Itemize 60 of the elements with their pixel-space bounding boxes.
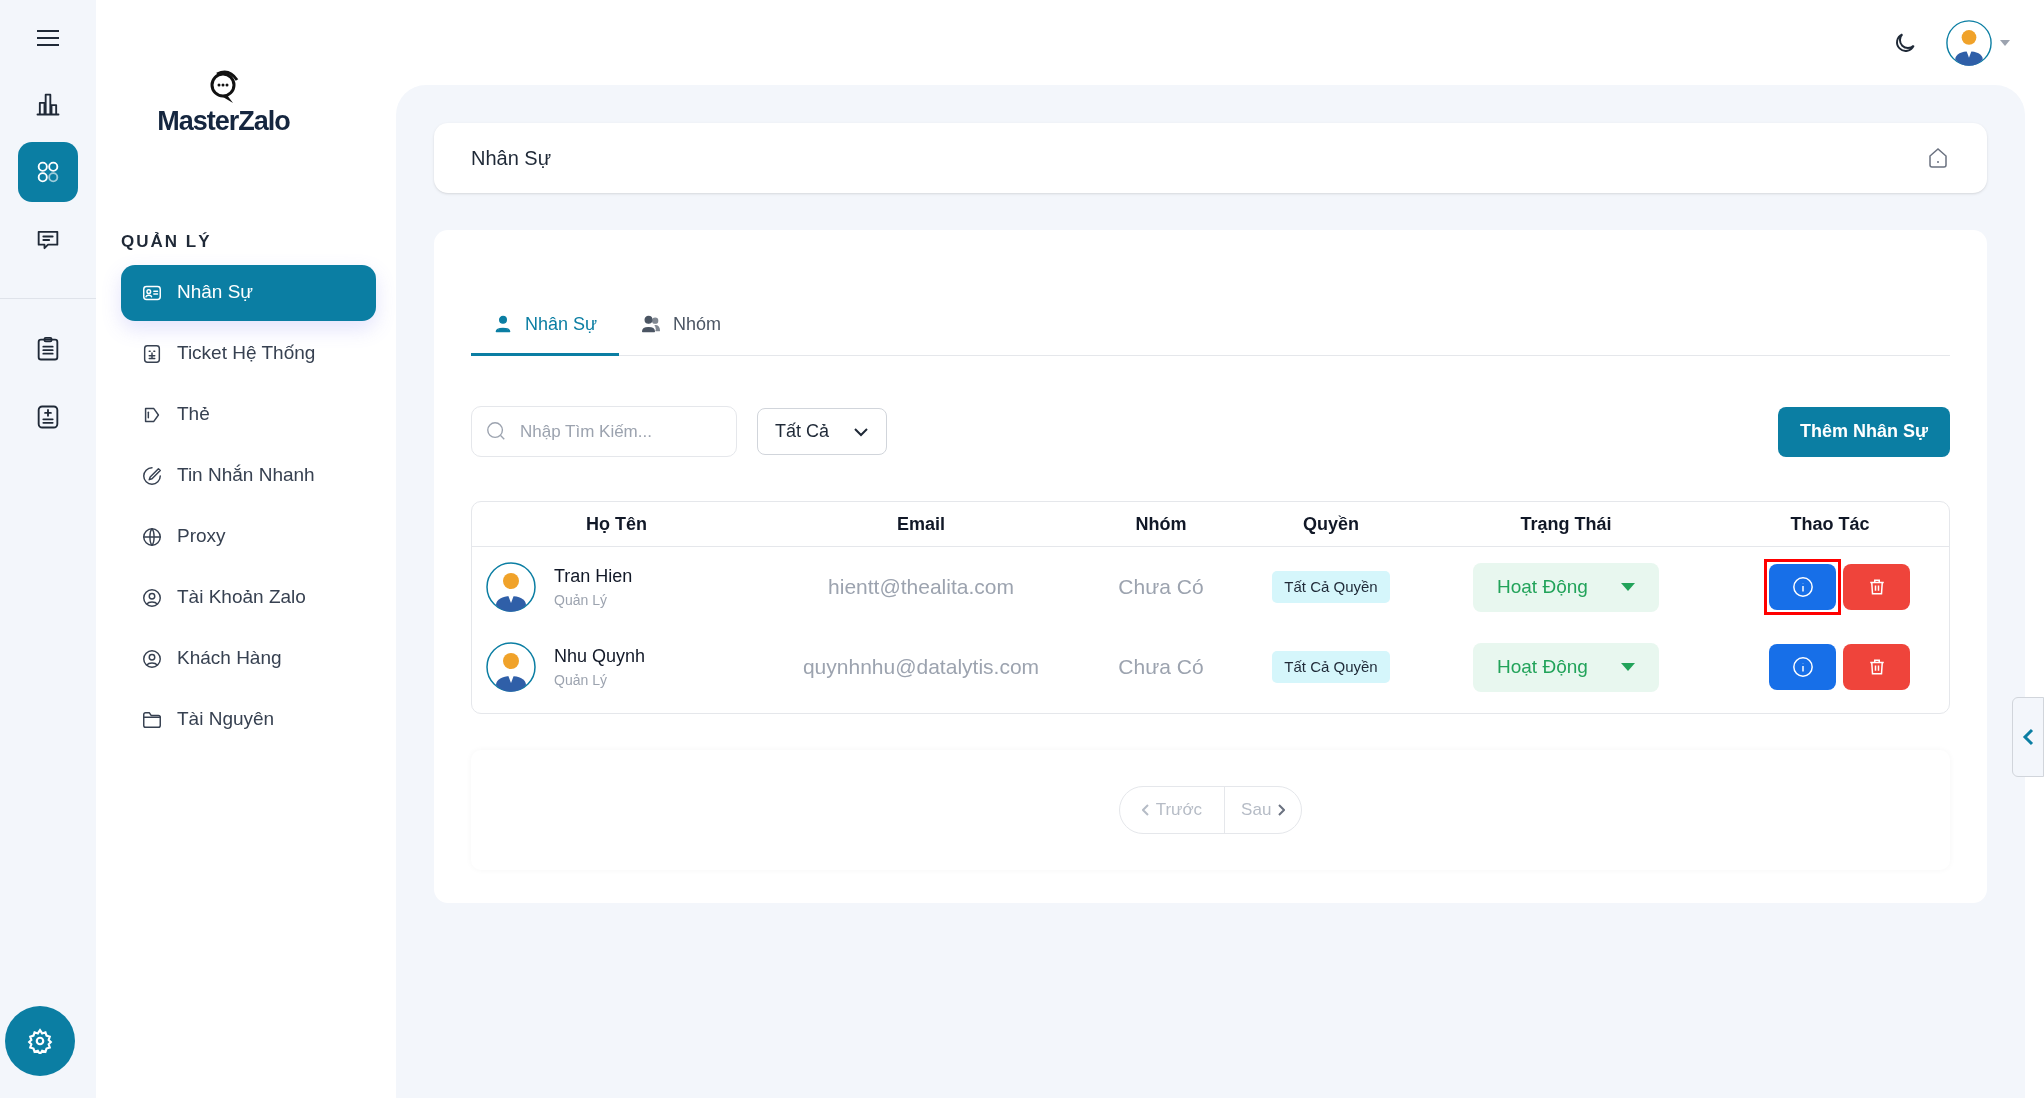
sidebar-item[interactable]: Khách Hàng xyxy=(121,630,376,687)
chevron-right-icon xyxy=(1277,804,1286,816)
permission-badge: Tất Cả Quyền xyxy=(1272,650,1390,684)
user-circle-icon xyxy=(141,586,163,609)
home-icon[interactable] xyxy=(1926,146,1950,170)
user-avatar-icon[interactable] xyxy=(1946,19,1992,66)
info-icon xyxy=(1791,656,1814,678)
sidebar-item[interactable]: Nhân Sự xyxy=(121,264,376,321)
chevron-left-icon xyxy=(2022,728,2034,746)
column-header: Thao Tác xyxy=(1789,512,1871,536)
delete-button[interactable] xyxy=(1843,564,1910,610)
column-header: Nhóm xyxy=(1134,512,1188,536)
sidebar-item[interactable]: Ticket Hệ Thống xyxy=(121,325,376,382)
sidebar-item[interactable]: Proxy xyxy=(121,508,376,565)
trash-icon xyxy=(1867,657,1886,677)
search-icon xyxy=(485,420,507,442)
info-button[interactable] xyxy=(1769,644,1836,690)
group-text: Chưa Có xyxy=(1117,574,1205,601)
menu-icon-glyph xyxy=(37,30,59,46)
tab[interactable]: Nhân Sự xyxy=(471,295,620,356)
column-header: Email xyxy=(896,512,946,536)
sidebar-item[interactable]: Tin Nhắn Nhanh xyxy=(121,447,376,504)
search-field[interactable]: Nhập Tìm Kiếm... xyxy=(471,406,737,457)
logo-text: MasterZalo xyxy=(157,108,290,135)
email-text: quynhnhu@datalytis.com xyxy=(801,654,1041,681)
caret-down-icon xyxy=(1621,663,1635,671)
permission-badge: Tất Cả Quyền xyxy=(1272,570,1390,604)
info-icon xyxy=(1791,576,1814,598)
column-header: Trạng Thái xyxy=(1519,512,1613,536)
filter-dropdown[interactable]: Tất Cả xyxy=(757,408,887,455)
delete-button[interactable] xyxy=(1843,644,1910,690)
staff-name: Tran Hien xyxy=(554,565,633,588)
avatar-icon xyxy=(486,562,536,612)
chevron-down-icon xyxy=(853,426,869,437)
settings-icon xyxy=(27,1028,53,1054)
sidebar-item[interactable]: Tài Khoản Zalo xyxy=(121,569,376,626)
globe-icon xyxy=(141,525,163,548)
trash-icon xyxy=(1867,577,1886,597)
caret-down-icon xyxy=(1621,583,1635,591)
person-icon xyxy=(493,314,513,334)
people-icon xyxy=(641,314,662,334)
column-header: Quyền xyxy=(1302,512,1360,536)
tab[interactable]: Nhóm xyxy=(619,295,744,356)
pen-circle-icon xyxy=(141,464,163,487)
section-heading: QUẢN LÝ xyxy=(121,231,212,253)
add-staff-button[interactable]: Thêm Nhân Sự xyxy=(1777,406,1950,457)
staff-role: Quản Lý xyxy=(554,671,608,690)
column-header: Họ Tên xyxy=(585,512,648,536)
avatar-icon xyxy=(486,642,536,692)
staff-role: Quản Lý xyxy=(554,591,608,610)
ticket-icon xyxy=(141,342,163,365)
caret-icon[interactable] xyxy=(2000,39,2010,46)
sidebar-item[interactable]: Thẻ xyxy=(121,386,376,443)
page-title: Nhân Sự xyxy=(471,146,552,171)
group-text: Chưa Có xyxy=(1117,654,1205,681)
user-circle-icon xyxy=(141,647,163,670)
email-text: hientt@thealita.com xyxy=(827,574,1015,601)
sidebar-item[interactable]: Tài Nguyên xyxy=(121,691,376,748)
chevron-left-icon xyxy=(1141,804,1150,816)
staff-name: Nhu Quynh xyxy=(554,645,646,668)
